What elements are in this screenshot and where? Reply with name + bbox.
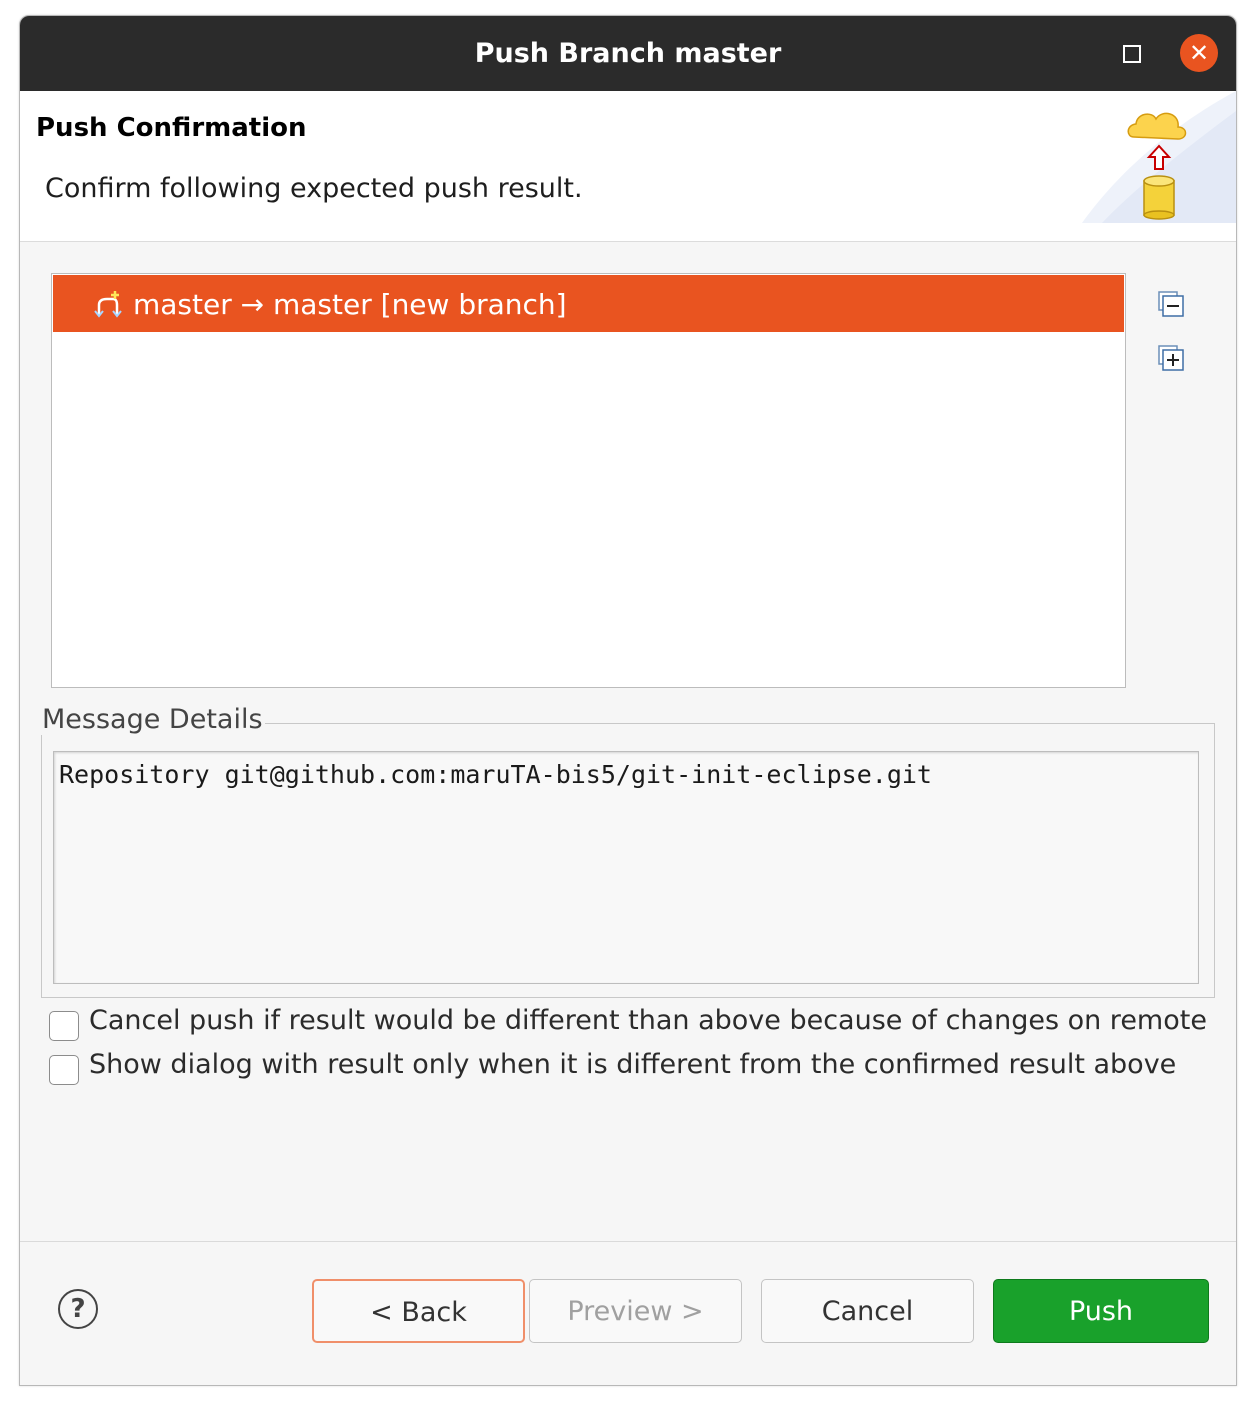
close-button[interactable]: ✕	[1180, 34, 1218, 72]
cancel-if-different-label: Cancel push if result would be different…	[89, 1005, 1207, 1036]
show-only-if-different-label: Show dialog with result only when it is …	[89, 1049, 1177, 1080]
tree-row[interactable]: master → master [new branch]	[53, 275, 1124, 332]
back-button[interactable]: < Back	[312, 1279, 525, 1343]
message-details-legend: Message Details	[40, 704, 265, 735]
collapse-all-icon[interactable]	[1158, 291, 1184, 317]
expand-all-icon[interactable]	[1158, 345, 1184, 371]
cancel-button[interactable]: Cancel	[761, 1279, 974, 1343]
footer-separator	[20, 1241, 1236, 1242]
window-title: Push Branch master	[474, 38, 782, 69]
preview-button[interactable]: Preview >	[529, 1279, 742, 1343]
help-icon: ?	[70, 1294, 86, 1324]
cancel-if-different-checkbox[interactable]	[49, 1011, 79, 1041]
tree-row-label: master → master [new branch]	[133, 288, 567, 321]
help-button[interactable]: ?	[58, 1289, 98, 1329]
branch-new-icon	[94, 291, 122, 318]
message-details-text: Repository git@github.com:maruTA-bis5/gi…	[59, 760, 932, 789]
title-bar[interactable]: Push Branch master ✕	[20, 16, 1236, 91]
show-only-if-different-checkbox[interactable]	[49, 1055, 79, 1085]
push-branch-dialog: Push Branch master ✕ Push Confirmation C…	[19, 15, 1237, 1386]
page-title: Push Confirmation	[36, 113, 307, 143]
wizard-banner: Push Confirmation Confirm following expe…	[20, 91, 1236, 242]
push-wizard-icon	[1082, 91, 1236, 223]
close-icon: ✕	[1188, 39, 1210, 67]
page-description: Confirm following expected push result.	[45, 173, 583, 204]
push-result-tree[interactable]: master → master [new branch]	[51, 273, 1126, 688]
message-details-text-area[interactable]: Repository git@github.com:maruTA-bis5/gi…	[53, 751, 1199, 984]
push-button[interactable]: Push	[993, 1279, 1209, 1343]
maximize-button[interactable]	[1123, 45, 1141, 63]
